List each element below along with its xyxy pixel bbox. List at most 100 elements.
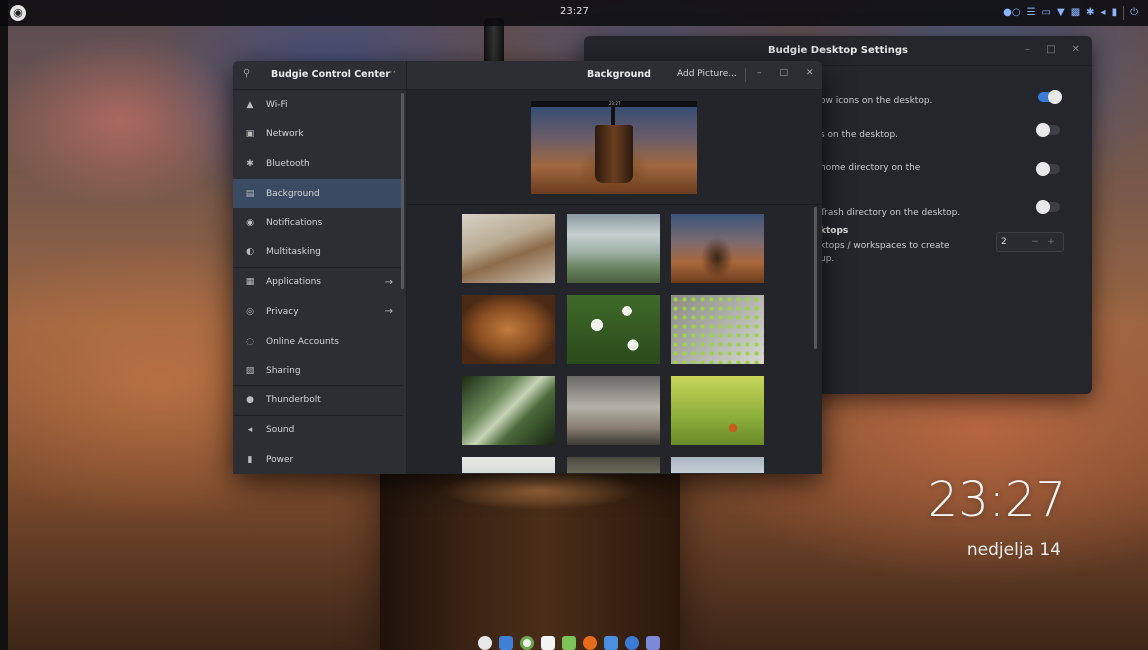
sidebar-item-sound[interactable]: ◂ Sound bbox=[233, 416, 403, 446]
sidebar-item-bluetooth[interactable]: ✱ Bluetooth bbox=[233, 149, 403, 179]
wallpaper-grid-scrollbar[interactable] bbox=[814, 207, 817, 349]
sidebar-item-power[interactable]: ▮ Power bbox=[233, 445, 403, 474]
sidebar-item-label: Applications bbox=[266, 277, 321, 288]
show-icons-toggle[interactable] bbox=[1038, 90, 1062, 104]
bluetooth-icon: ✱ bbox=[246, 158, 254, 169]
decrement-button[interactable]: − bbox=[1027, 237, 1043, 247]
power-icon: ▮ bbox=[247, 454, 253, 465]
terminal-icon[interactable] bbox=[646, 636, 660, 650]
volume-icon[interactable]: ◂ bbox=[1101, 5, 1106, 21]
top-panel: ◉ 23:27 ●○ ☰ ▭ ▼ ▩ ✱ ◂ ▮ ⏻ bbox=[0, 0, 1148, 26]
sidebar-item-label: Notifications bbox=[266, 218, 323, 229]
bds-window-controls: – □ ✕ bbox=[1025, 44, 1080, 55]
notification-count-icon[interactable]: ▮ bbox=[1112, 5, 1118, 21]
firefox-icon[interactable] bbox=[583, 636, 597, 650]
wallpaper-thumb-dotted-metal[interactable] bbox=[671, 295, 764, 364]
chevron-right-icon: → bbox=[384, 306, 393, 318]
budgie-control-center-window[interactable]: ⚲ Budgie Control Center ⋯ ▲ Wi-Fi ▣ Netw… bbox=[233, 61, 822, 474]
home-directory-toggle[interactable] bbox=[1036, 162, 1060, 176]
maximize-icon[interactable]: □ bbox=[780, 68, 789, 78]
files-icon[interactable] bbox=[604, 636, 618, 650]
search-icon[interactable]: ⚲ bbox=[243, 68, 250, 79]
desktop-clock-date: nedjelja 14 bbox=[966, 540, 1061, 560]
tray-separator bbox=[1123, 6, 1125, 20]
close-icon[interactable]: ✕ bbox=[1072, 44, 1080, 55]
notifications-icon: ◉ bbox=[246, 218, 254, 229]
toggle-knob bbox=[1036, 162, 1050, 176]
sidebar-item-thunderbolt[interactable]: ● Thunderbolt bbox=[233, 386, 403, 416]
settings-icon[interactable] bbox=[625, 636, 639, 650]
background-preview-area: 23:27 bbox=[407, 90, 822, 205]
mounted-volumes-toggle[interactable] bbox=[1036, 123, 1060, 137]
toggle-knob bbox=[1036, 200, 1050, 214]
files-icon[interactable]: ▭ bbox=[1042, 5, 1051, 21]
multitasking-icon: ◐ bbox=[246, 247, 254, 258]
wallpaper-thumb-fern[interactable] bbox=[462, 376, 555, 445]
sidebar-item-notifications[interactable]: ◉ Notifications bbox=[233, 208, 403, 238]
header-separator bbox=[745, 68, 746, 82]
trash-directory-toggle[interactable] bbox=[1036, 200, 1060, 214]
sidebar-header: ⚲ Budgie Control Center ⋯ bbox=[233, 61, 406, 90]
wallpaper-thumb-misty-forest[interactable] bbox=[567, 376, 660, 445]
workspaces-spinbutton[interactable]: 2 − + bbox=[996, 232, 1064, 252]
wallpaper-thumb-sea-clouds[interactable] bbox=[567, 214, 660, 283]
sidebar-item-online-accounts[interactable]: ◌ Online Accounts bbox=[233, 327, 403, 357]
current-background-preview: 23:27 bbox=[531, 101, 697, 194]
minimize-icon[interactable]: – bbox=[757, 68, 762, 78]
home-directory-label: home directory on the bbox=[820, 163, 921, 173]
budgie-menu-icon[interactable]: ◉ bbox=[10, 5, 26, 21]
wallpaper-thumb-anchor-beach[interactable] bbox=[462, 214, 555, 283]
sidebar-item-label: Sound bbox=[266, 425, 295, 436]
sidebar-item-wifi[interactable]: ▲ Wi-Fi bbox=[233, 90, 403, 120]
system-tray: ●○ ☰ ▭ ▼ ▩ ✱ ◂ ▮ ⏻ bbox=[1003, 5, 1138, 21]
panel-clock[interactable]: 23:27 bbox=[560, 6, 589, 17]
wifi-status-icon[interactable]: ▼ bbox=[1057, 5, 1065, 21]
sidebar-item-label: Wi-Fi bbox=[266, 99, 288, 110]
chevron-right-icon: → bbox=[384, 276, 393, 288]
wallpaper-thumb-daisies[interactable] bbox=[567, 295, 660, 364]
power-icon[interactable]: ⏻ bbox=[1130, 5, 1138, 21]
app-menu-icon[interactable]: ⋯ bbox=[386, 67, 396, 78]
sidebar-item-label: Online Accounts bbox=[266, 336, 339, 347]
wallpaper-thumb-iced-coffee[interactable] bbox=[671, 214, 764, 283]
window-controls: – □ ✕ bbox=[757, 68, 814, 78]
spreadsheet-icon[interactable] bbox=[562, 636, 576, 650]
workspace-indicator-icon[interactable]: ●○ bbox=[1003, 5, 1020, 21]
bluetooth-status-icon[interactable]: ✱ bbox=[1086, 5, 1094, 21]
text-editor-icon[interactable] bbox=[541, 636, 555, 650]
workspaces-value[interactable]: 2 bbox=[997, 237, 1027, 247]
sidebar-item-privacy[interactable]: ◎ Privacy → bbox=[233, 297, 403, 327]
increment-button[interactable]: + bbox=[1043, 237, 1059, 247]
add-picture-button[interactable]: Add Picture... bbox=[677, 69, 737, 79]
minimize-icon[interactable]: – bbox=[1025, 44, 1030, 55]
sidebar-item-sharing[interactable]: ▧ Sharing bbox=[233, 356, 403, 386]
close-icon[interactable]: ✕ bbox=[806, 68, 814, 78]
network-status-icon[interactable]: ▩ bbox=[1071, 5, 1080, 21]
wallpaper-thumb-12[interactable] bbox=[671, 457, 764, 473]
sidebar-item-background[interactable]: ▤ Background bbox=[233, 178, 403, 209]
raven-toggle-icon[interactable]: ☰ bbox=[1027, 5, 1036, 21]
sidebar-scrollbar[interactable] bbox=[401, 93, 404, 289]
app-title: Budgie Control Center bbox=[271, 69, 391, 80]
wallpaper-thumb-10[interactable] bbox=[462, 457, 555, 473]
workspaces-description-end: up. bbox=[820, 254, 835, 264]
sidebar-list: ▲ Wi-Fi ▣ Network ✱ Bluetooth ▤ Backgrou… bbox=[233, 90, 403, 474]
mail-icon[interactable] bbox=[499, 636, 513, 650]
budgie-menu-icon[interactable] bbox=[478, 636, 492, 650]
sidebar-item-label: Privacy bbox=[266, 306, 299, 317]
wallpaper-thumb-ladybug[interactable] bbox=[671, 376, 764, 445]
privacy-icon: ◎ bbox=[246, 306, 254, 317]
network-icon: ▣ bbox=[245, 129, 255, 140]
panel-header: Background Add Picture... – □ ✕ bbox=[407, 61, 822, 90]
wallpaper-thumb-11[interactable] bbox=[567, 457, 660, 473]
sidebar-item-applications[interactable]: ▦ Applications → bbox=[233, 268, 403, 298]
sidebar-item-multitasking[interactable]: ◐ Multitasking bbox=[233, 238, 403, 268]
maximize-icon[interactable]: □ bbox=[1046, 44, 1055, 55]
web-browser-icon[interactable] bbox=[520, 636, 534, 650]
sidebar-item-label: Multitasking bbox=[266, 247, 321, 258]
sound-icon: ◂ bbox=[247, 425, 253, 436]
sidebar-item-network[interactable]: ▣ Network bbox=[233, 120, 403, 150]
page-title: Background bbox=[587, 69, 651, 80]
wallpaper-thumb-tree-rings[interactable] bbox=[462, 295, 555, 364]
background-panel: Background Add Picture... – □ ✕ 23:27 bbox=[407, 61, 822, 474]
